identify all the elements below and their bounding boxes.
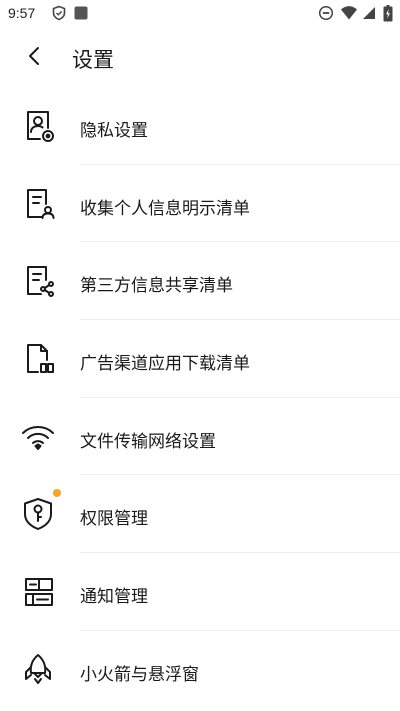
personal-info-list-icon [20,186,56,222]
menu-item-notification-management[interactable]: 通知管理 [0,553,400,631]
app-status-icon [73,5,89,25]
status-time: 9:57 [8,5,36,21]
wifi-signal-icon [340,5,358,25]
shield-status-icon [51,5,67,25]
menu-item-label: 文件传输网络设置 [80,431,216,452]
back-button[interactable] [18,44,50,72]
menu-item-label: 小火箭与悬浮窗 [80,664,199,685]
menu-item-label: 隐私设置 [80,121,148,141]
permission-key-icon [20,496,56,532]
settings-menu-list: 隐私设置 收集个人信息明示清单 第三方信息共享清单 广告渠道应用下载清单 文件传… [0,87,400,709]
menu-item-label: 收集个人信息明示清单 [80,198,250,219]
cellular-signal-icon [362,5,376,25]
page-title: 设置 [72,48,114,72]
menu-item-ad-download-list[interactable]: 广告渠道应用下载清单 [0,320,400,398]
notification-manage-icon [20,574,56,610]
menu-item-personal-info-list[interactable]: 收集个人信息明示清单 [0,165,400,243]
menu-item-privacy-settings[interactable]: 隐私设置 [0,87,400,165]
menu-item-third-party-share[interactable]: 第三方信息共享清单 [0,242,400,321]
menu-item-label: 通知管理 [80,587,148,608]
menu-item-label: 广告渠道应用下载清单 [80,354,250,375]
third-party-share-icon [20,263,56,299]
menu-item-label: 权限管理 [80,509,148,530]
battery-icon [383,5,393,26]
status-bar: 9:57 [0,0,400,28]
ad-download-list-icon [20,341,56,377]
menu-item-permission-management[interactable]: 权限管理 [0,475,400,554]
privacy-settings-icon [20,108,56,144]
rocket-icon [20,652,56,688]
dnd-icon [318,5,334,25]
badge-dot [53,489,61,498]
app-header: 设置 [0,34,400,82]
menu-item-rocket-floating-window[interactable]: 小火箭与悬浮窗 [0,631,400,709]
menu-item-file-transfer-network[interactable]: 文件传输网络设置 [0,398,400,476]
menu-item-label: 第三方信息共享清单 [80,276,233,297]
back-arrow-icon [27,46,41,70]
wifi-icon [20,419,56,455]
